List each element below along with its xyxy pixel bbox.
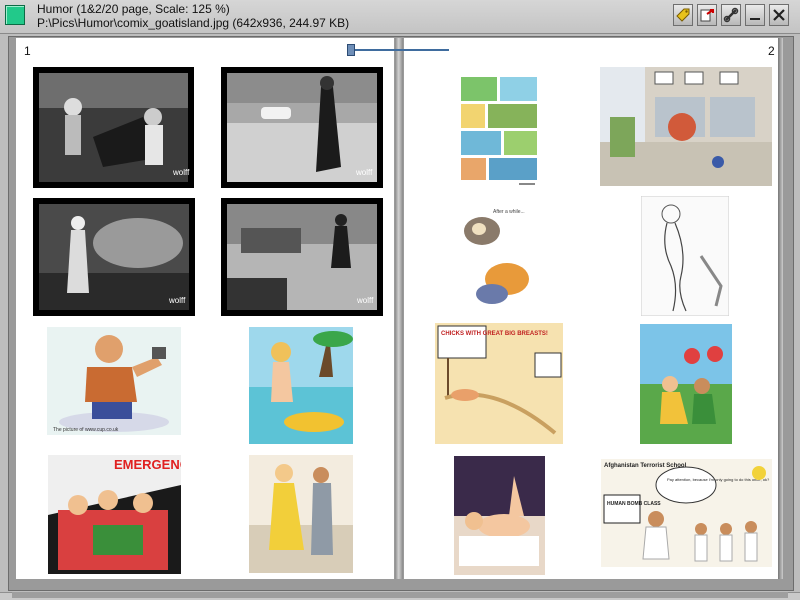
book-spine (395, 38, 403, 579)
thumbnail-left-8[interactable] (249, 455, 353, 573)
thumbnail-left-5[interactable]: The picture of www.cup.co.uk (47, 327, 181, 435)
tools-icon (723, 7, 739, 23)
watermark: wolff (356, 296, 374, 305)
comic-image (459, 75, 539, 188)
thumbnail-right-6[interactable] (640, 324, 732, 444)
left-page-number: 1 (24, 44, 31, 58)
thumbnail-right-3[interactable]: After a while... (457, 199, 545, 314)
cartoon-image: Afghanistan Terrorist School HUMAN BOMB … (601, 459, 772, 567)
close-icon (773, 9, 785, 21)
cartoon-image: After a while... (457, 199, 545, 314)
photo-image: wolff (227, 204, 377, 310)
thumbnail-left-6[interactable] (249, 327, 353, 444)
sign-text: EMERGENCY (114, 457, 181, 472)
cartoon-image (249, 455, 353, 573)
watermark: wolff (168, 296, 186, 305)
watermark: wolff (172, 168, 190, 177)
horizontal-scrollbar[interactable] (12, 592, 788, 598)
right-page-number: 2 (768, 44, 775, 58)
thumbnail-right-7[interactable] (454, 456, 545, 575)
thumbnail-left-3[interactable]: wolff (33, 198, 195, 316)
thumbnail-right-1[interactable] (459, 75, 539, 188)
caption: The picture of www.cup.co.uk (53, 427, 119, 433)
thumbnail-right-4[interactable] (641, 196, 729, 316)
thumbnail-left-4[interactable]: wolff (221, 198, 383, 316)
watermark: wolff (355, 168, 373, 177)
minimize-icon (750, 18, 760, 20)
cartoon-image (600, 67, 772, 186)
cartoon-image (640, 324, 732, 444)
export-button[interactable] (697, 4, 717, 26)
thumbnail-left-1[interactable]: wolff (33, 67, 194, 188)
export-icon (700, 9, 714, 22)
photo-image: wolff (39, 73, 190, 182)
slider-thumb[interactable] (346, 44, 355, 56)
sketch-image (641, 196, 729, 316)
cartoon-image: The picture of www.cup.co.uk (47, 327, 181, 435)
photo-image: wolff (39, 204, 189, 310)
slider-track[interactable] (349, 49, 449, 51)
thumbnail-left-7[interactable]: EMERGENCY (48, 455, 181, 574)
thumbnail-right-5[interactable]: CHICKS WITH GREAT BIG BREASTS! (435, 323, 563, 444)
app-icon[interactable] (5, 5, 25, 25)
cartoon-image: CHICKS WITH GREAT BIG BREASTS! (435, 323, 563, 444)
thumbnail-right-2[interactable] (600, 67, 772, 186)
tag-button[interactable] (673, 4, 693, 26)
cartoon-image (454, 456, 545, 575)
photo-image: wolff (227, 73, 377, 182)
thumbnail-left-2[interactable]: wolff (221, 67, 383, 188)
file-info: P:\Pics\Humor\comix_goatisland.jpg (642x… (37, 16, 350, 30)
tag-icon (676, 8, 690, 22)
title-bar: Humor (1&2/20 page, Scale: 125 %) P:\Pic… (0, 0, 800, 34)
tools-button[interactable] (721, 4, 741, 26)
cartoon-image (249, 327, 353, 444)
minimize-button[interactable] (745, 4, 765, 26)
page-edge (778, 38, 783, 579)
cartoon-image: EMERGENCY (48, 455, 181, 574)
thumbnail-right-8[interactable]: Afghanistan Terrorist School HUMAN BOMB … (601, 459, 772, 567)
page-slider[interactable] (345, 44, 450, 56)
close-button[interactable] (769, 4, 789, 26)
class-sign: HUMAN BOMB CLASS (607, 501, 661, 507)
window-title: Humor (1&2/20 page, Scale: 125 %) (37, 2, 230, 16)
caption: After a while... (493, 209, 525, 215)
sign-text: CHICKS WITH GREAT BIG BREASTS! (441, 331, 548, 337)
